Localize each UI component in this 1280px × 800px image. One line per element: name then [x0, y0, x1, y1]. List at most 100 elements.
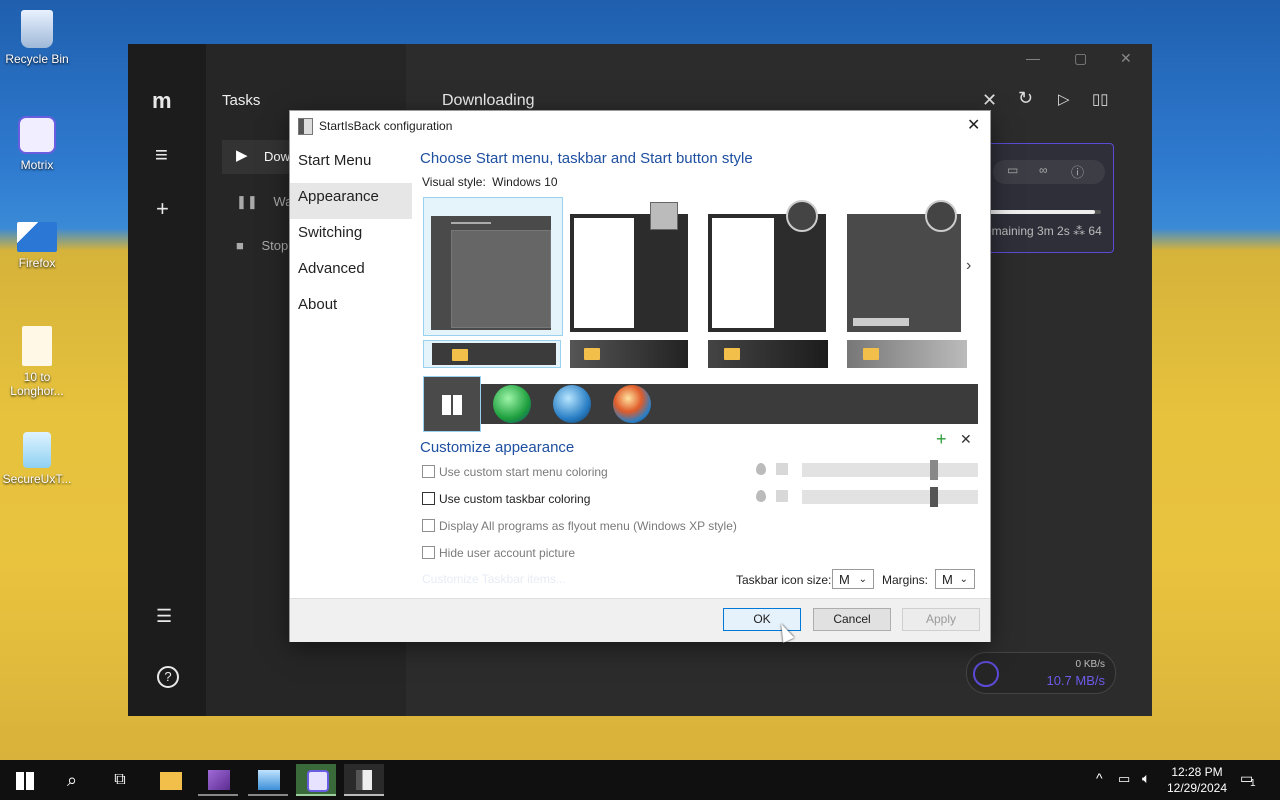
start-button-orb-win7-color[interactable]	[613, 385, 651, 423]
style-thumb-windows8[interactable]	[847, 200, 961, 332]
sidebar-title: Tasks	[222, 92, 261, 109]
close-window-icon[interactable]: ✕	[1120, 50, 1132, 67]
option-label: Use custom start menu coloring	[439, 465, 608, 479]
checkbox[interactable]	[422, 492, 435, 505]
network-icon[interactable]: ▭	[1118, 771, 1130, 787]
slider-thumb[interactable]	[930, 487, 938, 507]
start-color-slider[interactable]	[802, 460, 978, 480]
start-button-orb-win7[interactable]	[553, 385, 591, 423]
margins-select[interactable]: M ⌄	[935, 569, 975, 589]
checkbox[interactable]	[422, 519, 435, 532]
next-styles-chevron-icon[interactable]: ›	[966, 257, 971, 275]
cancel-button[interactable]: Cancel	[813, 608, 891, 631]
help-icon[interactable]: ?	[157, 666, 179, 688]
search-icon[interactable]: ⌕	[52, 764, 92, 796]
folder-icon	[863, 348, 879, 360]
dialog-titlebar: StartIsBack configuration ✕	[290, 111, 990, 141]
upload-speed: 0 KB/s	[1075, 659, 1105, 670]
dialog-close-icon[interactable]: ✕	[967, 115, 980, 135]
start-button-orb-green[interactable]	[493, 385, 531, 423]
folder-open-icon[interactable]: ▭	[1007, 163, 1018, 177]
start-button-windows10[interactable]	[423, 376, 481, 432]
minimize-icon[interactable]: —	[1026, 50, 1040, 66]
add-task-icon[interactable]: +	[156, 196, 169, 222]
info-icon[interactable]: ⓘ	[1071, 162, 1084, 181]
pause-all-icon[interactable]: ▯▯	[1092, 90, 1109, 108]
taskbar-style-3[interactable]	[708, 340, 828, 368]
main-title: Downloading	[442, 92, 535, 109]
preview-tiles	[451, 230, 551, 328]
task-actions: ▭ ∞ ⓘ	[993, 160, 1105, 184]
file-explorer-icon[interactable]	[150, 764, 190, 796]
desktop-icon-recycle-bin[interactable]: Recycle Bin	[2, 10, 72, 66]
folder-icon	[724, 348, 740, 360]
option-label: Use custom taskbar coloring	[439, 492, 591, 506]
checkbox[interactable]	[422, 465, 435, 478]
sidebar-item-waiting[interactable]: ❚❚ Wai	[236, 194, 295, 210]
select-value: M	[942, 572, 953, 587]
color-swatch-start[interactable]	[776, 463, 788, 475]
nav-switching[interactable]: Switching	[290, 219, 412, 255]
desktop-icon-folder[interactable]: 10 to Longhor...	[2, 326, 72, 398]
transparency-drop-icon	[756, 490, 766, 502]
motrix-taskbar-icon[interactable]	[296, 764, 336, 796]
visual-studio-icon[interactable]	[198, 764, 238, 796]
taskbar-color-slider[interactable]	[802, 487, 978, 507]
play-icon: ▶	[236, 147, 248, 164]
sidebar-item-stopped[interactable]: ■ Stop	[236, 238, 288, 253]
progress-fill	[989, 210, 1096, 214]
stop-icon: ■	[236, 238, 244, 253]
startisback-taskbar-icon[interactable]	[344, 764, 384, 796]
transparency-drop-icon	[756, 463, 766, 475]
color-swatch-taskbar[interactable]	[776, 490, 788, 502]
speed-gauge-icon	[973, 661, 999, 687]
option-flyout-menu[interactable]: Display All programs as flyout menu (Win…	[422, 519, 737, 533]
startisback-dialog: StartIsBack configuration ✕ Start Menu A…	[290, 111, 990, 642]
task-card[interactable]: ▭ ∞ ⓘ emaining 3m 2s ⁂ 64	[985, 143, 1114, 253]
windows-logo-icon	[16, 772, 34, 790]
customize-taskbar-items-link[interactable]: Customize Taskbar items...	[422, 572, 566, 586]
control-panel-icon[interactable]	[248, 764, 288, 796]
desktop-icon-secureux[interactable]: SecureUxT...	[2, 432, 72, 486]
icon-size-select[interactable]: M ⌄	[832, 569, 874, 589]
settings-sliders-icon[interactable]: ☰	[156, 606, 172, 627]
style-thumb-windows7-dark[interactable]	[708, 200, 826, 332]
desktop-icon-motrix[interactable]: Motrix	[2, 116, 72, 172]
style-thumb-windows7-white[interactable]	[570, 202, 688, 332]
nav-start-menu[interactable]: Start Menu	[290, 147, 412, 183]
option-custom-start-coloring[interactable]: Use custom start menu coloring	[422, 465, 608, 479]
preview-panel	[574, 218, 634, 328]
desktop-icon-firefox[interactable]: Firefox	[2, 222, 72, 270]
taskbar-style-2[interactable]	[570, 340, 688, 368]
nav-about[interactable]: About	[290, 291, 412, 327]
clock[interactable]: 12:28 PM 12/29/2024	[1162, 764, 1232, 796]
task-view-icon[interactable]: ⧉	[100, 764, 140, 796]
folder-icon	[584, 348, 600, 360]
start-button[interactable]	[4, 764, 44, 796]
refresh-icon[interactable]: ↻	[1018, 88, 1033, 109]
resume-all-icon[interactable]: ▷	[1058, 90, 1070, 108]
link-icon[interactable]: ∞	[1039, 163, 1048, 177]
remove-icon[interactable]: ✕	[960, 431, 972, 448]
slider-thumb[interactable]	[930, 460, 938, 480]
option-custom-taskbar-coloring[interactable]: Use custom taskbar coloring	[422, 492, 590, 506]
action-center-icon[interactable]: ▭ 1	[1240, 770, 1256, 789]
apply-button[interactable]: Apply	[902, 608, 980, 631]
maximize-icon[interactable]: ▢	[1074, 50, 1087, 67]
nav-advanced[interactable]: Advanced	[290, 255, 412, 291]
desktop-icon-label: 10 to Longhor...	[10, 370, 64, 398]
style-thumb-windows10[interactable]	[423, 197, 563, 336]
tray-expand-chevron-icon[interactable]: ^	[1096, 770, 1103, 786]
volume-muted-icon[interactable]: 🔈︎	[1142, 770, 1150, 787]
taskbar-style-1[interactable]	[423, 340, 561, 368]
add-icon[interactable]: +	[936, 429, 947, 450]
pause-icon: ❚❚	[236, 194, 258, 209]
taskbar-style-4[interactable]	[847, 340, 967, 368]
dialog-title: StartIsBack configuration	[319, 119, 453, 133]
checkbox[interactable]	[422, 546, 435, 559]
speedometer[interactable]: 0 KB/s 10.7 MB/s	[966, 652, 1116, 694]
menu-icon[interactable]: ≡	[155, 142, 168, 168]
close-tasks-icon[interactable]: ✕	[982, 90, 997, 111]
option-hide-user-picture[interactable]: Hide user account picture	[422, 546, 575, 560]
nav-appearance[interactable]: Appearance	[290, 183, 412, 219]
